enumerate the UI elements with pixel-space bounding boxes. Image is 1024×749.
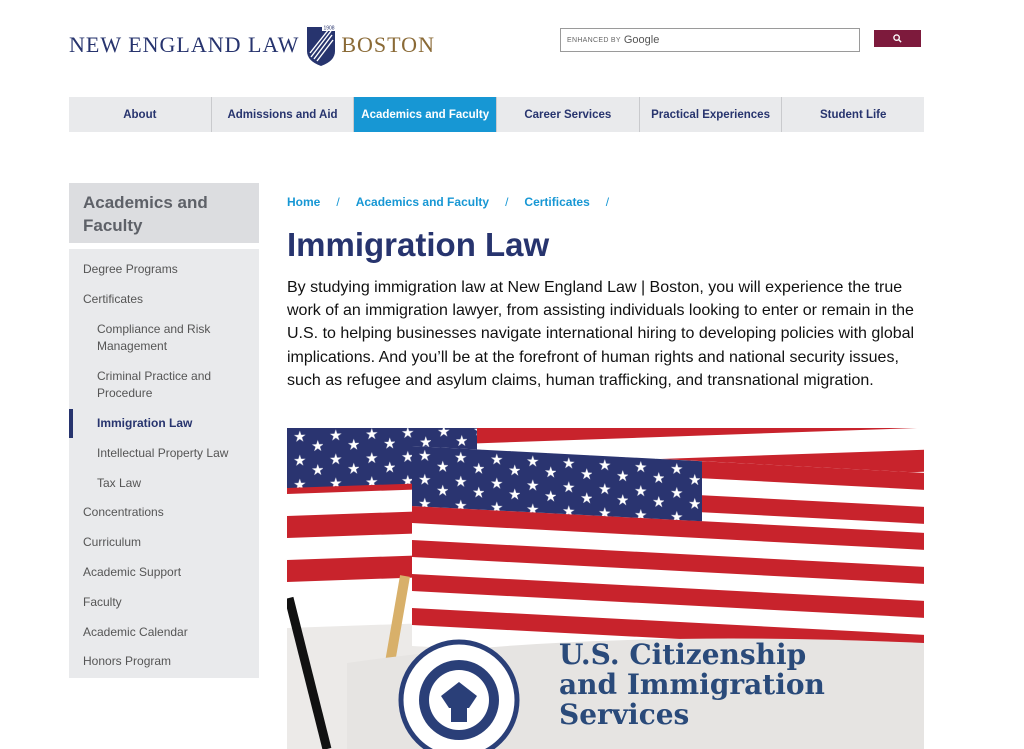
sidebar-item-certificates[interactable]: Certificates bbox=[69, 285, 259, 315]
breadcrumb-separator: / bbox=[505, 195, 509, 209]
hero-agency-line3: Services bbox=[559, 698, 689, 731]
sidebar-item-academic-calendar[interactable]: Academic Calendar bbox=[69, 617, 259, 647]
nav-item-practical-experiences[interactable]: Practical Experiences bbox=[640, 97, 783, 132]
search-enhanced-by: ENHANCED BY bbox=[567, 36, 621, 44]
search-icon bbox=[893, 34, 902, 43]
sidebar-item-degree-programs[interactable]: Degree Programs bbox=[69, 255, 259, 285]
search-button[interactable] bbox=[874, 30, 921, 47]
hero-agency-line1: U.S. Citizenship bbox=[559, 638, 806, 671]
breadcrumb-academics-and-faculty[interactable]: Academics and Faculty bbox=[356, 195, 489, 209]
sidebar-item-compliance-and-risk-management[interactable]: Compliance and Risk Management bbox=[69, 315, 259, 362]
search-google-label: Google bbox=[623, 34, 660, 46]
hero-agency-line2: and Immigration bbox=[559, 668, 825, 701]
sidebar-item-academic-support[interactable]: Academic Support bbox=[69, 558, 259, 588]
flags-illustration: ★ ★ bbox=[287, 428, 924, 749]
sidebar-item-concentrations[interactable]: Concentrations bbox=[69, 498, 259, 528]
sidebar-item-intellectual-property-law[interactable]: Intellectual Property Law bbox=[69, 438, 259, 468]
breadcrumb-separator: / bbox=[605, 195, 610, 209]
nav-item-admissions-and-aid[interactable]: Admissions and Aid bbox=[212, 97, 355, 132]
intro-paragraph: By studying immigration law at New Engla… bbox=[287, 279, 915, 389]
page-title: Immigration Law bbox=[287, 226, 550, 263]
nav-item-about[interactable]: About bbox=[69, 97, 212, 132]
sidebar-item-criminal-practice-and-procedure[interactable]: Criminal Practice and Procedure bbox=[69, 362, 259, 409]
sidebar-item-tax-law[interactable]: Tax Law bbox=[69, 468, 259, 498]
site-logo[interactable]: NEW ENGLAND LAW 1908 BOSTON bbox=[69, 22, 435, 68]
sidebar-item-immigration-law[interactable]: Immigration Law bbox=[69, 408, 259, 439]
sidebar-title[interactable]: Academics and Faculty bbox=[69, 183, 259, 249]
logo-mark-icon: 1908 bbox=[307, 23, 337, 66]
breadcrumb-separator: / bbox=[336, 195, 340, 209]
breadcrumb: Home / Academics and Faculty / Certifica… bbox=[287, 195, 625, 209]
search-input[interactable]: ENHANCED BY Google bbox=[560, 28, 860, 52]
hero-image: ★ ★ bbox=[287, 428, 924, 749]
sidebar-list: Degree Programs Certificates Compliance … bbox=[69, 249, 259, 677]
sidebar: Academics and Faculty Degree Programs Ce… bbox=[69, 183, 259, 678]
breadcrumb-home[interactable]: Home bbox=[287, 195, 320, 209]
nav-item-student-life[interactable]: Student Life bbox=[782, 97, 924, 132]
logo-text-new-england-law: NEW ENGLAND LAW bbox=[69, 32, 300, 57]
logo-text-boston: BOSTON bbox=[341, 32, 435, 57]
main-nav: About Admissions and Aid Academics and F… bbox=[69, 97, 924, 132]
breadcrumb-certificates[interactable]: Certificates bbox=[524, 195, 589, 209]
sidebar-item-curriculum[interactable]: Curriculum bbox=[69, 528, 259, 558]
nav-item-academics-and-faculty[interactable]: Academics and Faculty bbox=[354, 97, 498, 132]
sidebar-item-faculty[interactable]: Faculty bbox=[69, 587, 259, 617]
sidebar-item-honors-program[interactable]: Honors Program bbox=[69, 647, 259, 677]
dhs-seal-icon bbox=[398, 639, 520, 749]
logo-year: 1908 bbox=[324, 26, 335, 32]
nav-item-career-services[interactable]: Career Services bbox=[497, 97, 640, 132]
